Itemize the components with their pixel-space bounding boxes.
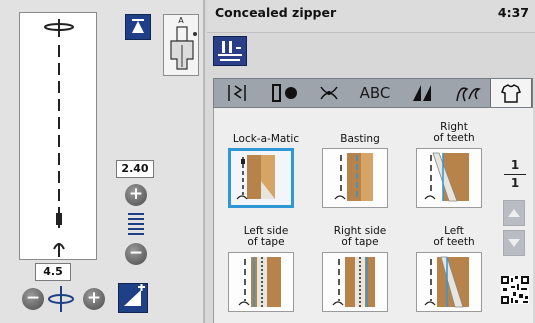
- scroll-down-button[interactable]: [503, 230, 525, 256]
- right-panel: Concealed zipper 4:37 ABC Lock-a-Matic B…: [207, 0, 535, 323]
- stitch-tile-right-side-of-tape[interactable]: Right side of tape: [314, 220, 406, 312]
- stitch-tile-lock-a-matic[interactable]: Lock-a-Matic: [220, 112, 312, 208]
- stitch-mode-icon: [218, 41, 242, 61]
- utility-stitches-icon: [228, 85, 246, 101]
- width-decrease-button[interactable]: −: [125, 243, 147, 265]
- buttonhole-icon: [272, 84, 297, 102]
- stitch-preview-drawing: [44, 19, 74, 257]
- stitch-label: Left of teeth: [433, 225, 475, 248]
- title-bar: Concealed zipper 4:37: [207, 0, 535, 33]
- right-of-teeth-illustration: [424, 152, 469, 202]
- presser-foot-indicator: A: [163, 14, 199, 76]
- stitch-image-left-side-of-tape: [228, 252, 294, 312]
- decorative-stitches-icon: [320, 86, 338, 100]
- stitch-width-icon: [128, 212, 144, 236]
- basting-illustration: [334, 153, 373, 201]
- length-increase-button[interactable]: +: [83, 288, 105, 310]
- page-current: 1: [510, 158, 520, 172]
- arrow-up-icon: [508, 209, 520, 217]
- stitch-label: Lock-a-Matic: [232, 133, 300, 145]
- tab-quilting[interactable]: [400, 79, 442, 107]
- right-side-of-tape-illustration: [332, 257, 375, 307]
- length-decrease-button[interactable]: −: [22, 288, 44, 310]
- scroll-up-button[interactable]: [503, 200, 525, 226]
- tab-garment[interactable]: [490, 79, 532, 107]
- left-side-of-tape-illustration: [238, 257, 281, 307]
- qr-code-icon: [501, 276, 529, 304]
- tab-buttonhole[interactable]: [262, 79, 304, 107]
- stitch-length-icon: [46, 284, 76, 314]
- stitch-tile-right-of-teeth[interactable]: Right of teeth: [408, 112, 500, 208]
- left-panel: A 2.40 + − 4.5 − +: [0, 0, 205, 323]
- garment-icon: [501, 84, 521, 103]
- stitch-image-right-of-teeth: [416, 148, 482, 208]
- stitch-tile-basting[interactable]: Basting: [314, 112, 406, 208]
- left-of-teeth-illustration: [424, 256, 469, 308]
- page-divider: [504, 174, 526, 175]
- stitch-tile-left-side-of-tape[interactable]: Left side of tape: [220, 220, 312, 312]
- concealed-zipper-illustration: [236, 155, 275, 200]
- tab-decorative[interactable]: [308, 79, 350, 107]
- stitch-image-lock-a-matic: [228, 148, 294, 208]
- tab-utility[interactable]: [216, 79, 258, 107]
- stitch-image-right-side-of-tape: [322, 252, 388, 312]
- arrow-down-icon: [508, 239, 520, 247]
- quilting-icon: [413, 85, 431, 101]
- page-title: Concealed zipper: [215, 5, 337, 20]
- stitch-image-basting: [322, 148, 388, 208]
- edit-icon: [124, 284, 145, 306]
- tab-applique[interactable]: [446, 79, 488, 107]
- stitch-label: Right of teeth: [433, 121, 475, 144]
- stitch-width-value: 2.40: [116, 160, 154, 178]
- width-increase-button[interactable]: +: [125, 184, 147, 206]
- stitch-preview: [19, 12, 97, 260]
- presser-foot-icon: [170, 26, 197, 70]
- stitch-label: Basting: [340, 133, 380, 145]
- applique-icon: [456, 87, 481, 102]
- mode-button[interactable]: [213, 36, 247, 66]
- stitch-category-tabs: ABC: [213, 78, 533, 108]
- stitch-label: Left side of tape: [243, 225, 289, 248]
- tab-alphabet[interactable]: ABC: [354, 79, 396, 107]
- stitch-grid: Lock-a-Matic Basting Right of teeth 1 1 …: [213, 108, 533, 323]
- qr-code[interactable]: [501, 276, 529, 304]
- needle-stop-up-icon: [132, 19, 144, 33]
- presser-foot-letter: A: [178, 16, 184, 25]
- stitch-length-value: 4.5: [35, 263, 71, 281]
- stitch-label: Right side of tape: [333, 225, 387, 248]
- needle-up-button[interactable]: [125, 14, 151, 40]
- edit-stitch-button[interactable]: [118, 283, 148, 313]
- page-total: 1: [510, 176, 520, 190]
- clock: 4:37: [497, 5, 529, 20]
- stitch-image-left-of-teeth: [416, 252, 482, 312]
- stitch-tile-left-of-teeth[interactable]: Left of teeth: [408, 220, 500, 312]
